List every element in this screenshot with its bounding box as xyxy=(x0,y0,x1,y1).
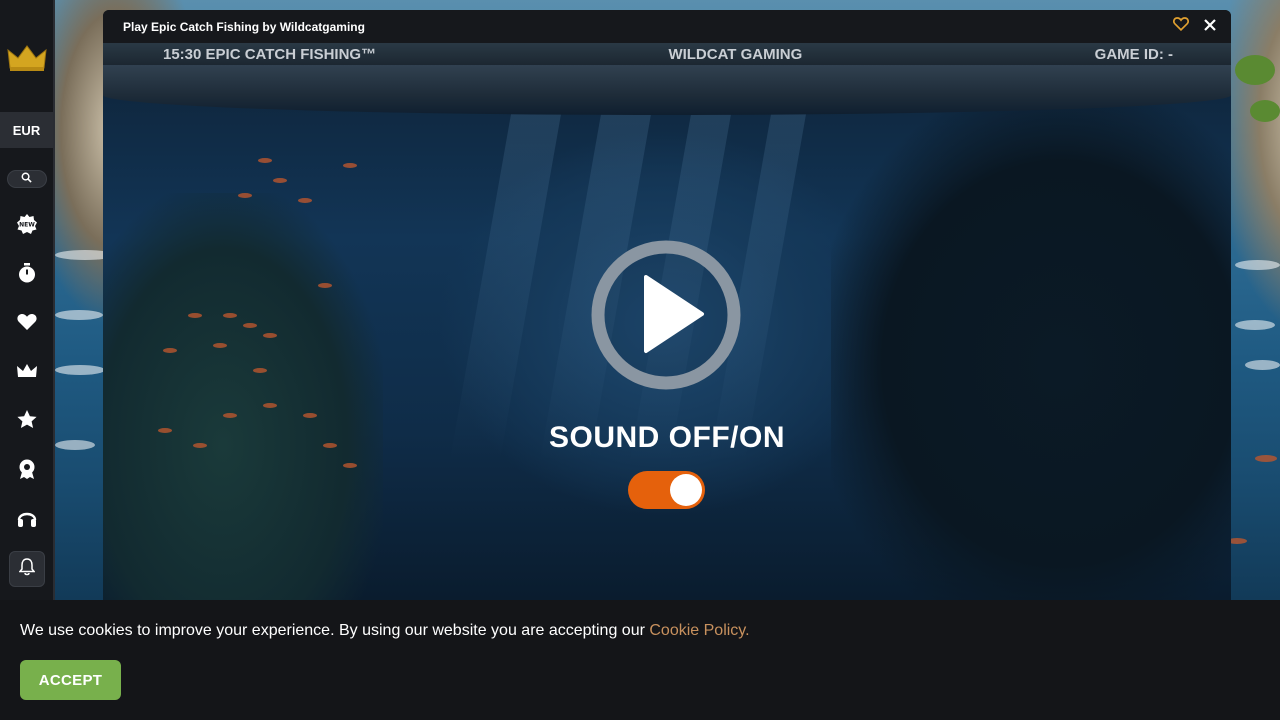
sidebar-item-new[interactable]: NEW xyxy=(9,208,45,244)
cookie-message: We use cookies to improve your experienc… xyxy=(20,622,750,640)
cookie-policy-link[interactable]: Cookie Policy. xyxy=(649,622,749,639)
game-id: GAME ID: - xyxy=(1094,45,1173,63)
notifications-button[interactable] xyxy=(8,551,45,587)
close-button[interactable] xyxy=(1201,18,1219,36)
game-window-title: Play Epic Catch Fishing by Wildcatgaming xyxy=(123,19,365,34)
game-canvas[interactable]: 15:30 EPIC CATCH FISHING™ WILDCAT GAMING… xyxy=(103,43,1231,600)
trophy-badge-icon xyxy=(18,459,36,484)
sidebar-item-support[interactable] xyxy=(9,502,45,538)
crown-icon xyxy=(16,363,37,384)
accept-button[interactable]: ACCEPT xyxy=(20,660,121,700)
heart-outline-icon xyxy=(1173,17,1189,36)
water-surface xyxy=(103,65,1231,115)
close-icon xyxy=(1204,18,1216,36)
game-window: Play Epic Catch Fishing by Wildcatgaming xyxy=(103,10,1231,600)
currency-selector[interactable]: EUR xyxy=(0,112,53,148)
star-icon xyxy=(16,410,37,434)
favorite-button[interactable] xyxy=(1172,17,1190,36)
sidebar-item-tournaments[interactable] xyxy=(9,453,45,489)
sidebar-nav: NEW xyxy=(8,208,45,600)
stopwatch-icon xyxy=(18,262,36,288)
play-icon xyxy=(590,240,742,395)
game-titlebar: Play Epic Catch Fishing by Wildcatgaming xyxy=(103,10,1231,43)
search-button[interactable] xyxy=(6,170,47,188)
bell-icon xyxy=(17,557,36,581)
game-info-strip: 15:30 EPIC CATCH FISHING™ WILDCAT GAMING… xyxy=(103,43,1231,65)
sidebar: EUR NEW xyxy=(0,0,55,600)
sidebar-item-recent[interactable] xyxy=(9,257,45,293)
sound-toggle[interactable] xyxy=(628,471,705,509)
sound-toggle-knob xyxy=(670,474,702,506)
currency-label: EUR xyxy=(12,122,41,138)
search-icon xyxy=(21,170,32,188)
accept-button-label: ACCEPT xyxy=(38,671,103,689)
crown-logo-icon[interactable] xyxy=(6,44,47,72)
headset-icon xyxy=(17,508,37,533)
cookie-banner: We use cookies to improve your experienc… xyxy=(0,600,1280,720)
svg-text:NEW: NEW xyxy=(19,221,35,228)
play-button[interactable] xyxy=(590,239,742,391)
cookie-message-text: We use cookies to improve your experienc… xyxy=(20,622,645,639)
game-clock-title: 15:30 EPIC CATCH FISHING™ xyxy=(163,45,377,63)
game-provider: WILDCAT GAMING xyxy=(668,45,803,63)
new-badge-icon: NEW xyxy=(16,213,37,239)
heart-icon xyxy=(16,313,37,336)
sidebar-item-top[interactable] xyxy=(9,404,45,440)
sidebar-item-favorites[interactable] xyxy=(9,306,45,342)
sidebar-item-vip[interactable] xyxy=(9,355,45,391)
sound-toggle-label: SOUND OFF/ON xyxy=(549,421,785,454)
